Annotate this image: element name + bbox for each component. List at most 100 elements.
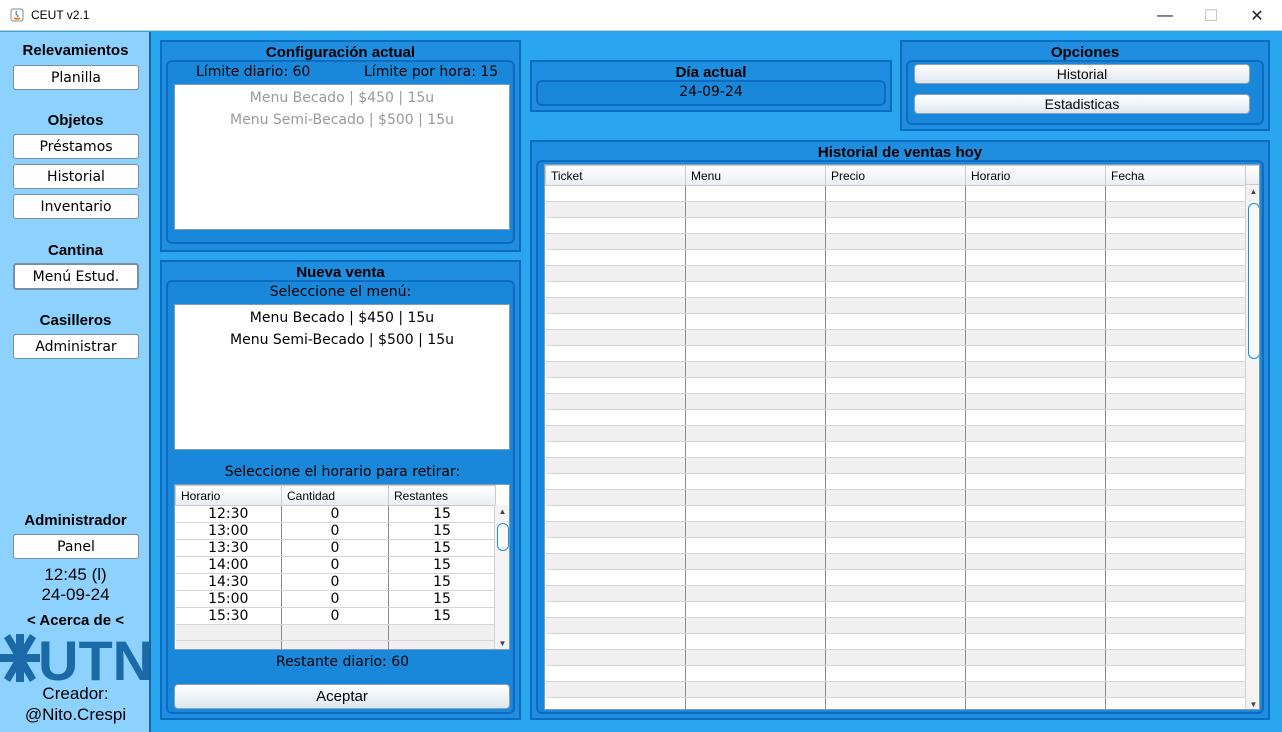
ventas-cell[interactable] — [545, 377, 686, 394]
horario-scrollbar[interactable]: ▲ ▼ — [494, 505, 509, 649]
ventas-cell[interactable] — [685, 265, 826, 282]
ventas-cell[interactable] — [545, 665, 686, 682]
horario-row[interactable]: 15:00 0 15 — [175, 590, 496, 608]
ventas-cell[interactable] — [1105, 313, 1246, 330]
ventas-cell[interactable] — [685, 505, 826, 522]
col-header-ticket[interactable]: Ticket — [545, 165, 686, 186]
ventas-cell[interactable] — [965, 617, 1106, 634]
ventas-cell[interactable] — [965, 217, 1106, 234]
ventas-row[interactable] — [545, 473, 1246, 490]
ventas-cell[interactable] — [545, 233, 686, 250]
ventas-cell[interactable] — [545, 505, 686, 522]
ventas-cell[interactable] — [685, 281, 826, 298]
ventas-cell[interactable] — [685, 697, 826, 709]
ventas-cell[interactable] — [545, 201, 686, 218]
horario-cell[interactable]: 13:00 — [175, 522, 282, 540]
ventas-cell[interactable] — [825, 345, 966, 362]
ventas-cell[interactable] — [545, 393, 686, 410]
ventas-row[interactable] — [545, 569, 1246, 586]
ventas-cell[interactable] — [1105, 665, 1246, 682]
menu-estud-button[interactable]: Menú Estud. — [13, 263, 139, 290]
ventas-cell[interactable] — [965, 649, 1106, 666]
col-header-horario[interactable]: Horario — [965, 165, 1106, 186]
ventas-cell[interactable] — [545, 313, 686, 330]
ventas-cell[interactable] — [545, 425, 686, 442]
ventas-cell[interactable] — [545, 185, 686, 202]
ventas-cell[interactable] — [545, 473, 686, 490]
ventas-cell[interactable] — [685, 569, 826, 586]
menu-option[interactable]: Menu Becado | $450 | 15u — [175, 307, 509, 329]
ventas-cell[interactable] — [825, 441, 966, 458]
ventas-cell[interactable] — [965, 569, 1106, 586]
ventas-cell[interactable] — [545, 329, 686, 346]
ventas-cell[interactable] — [965, 281, 1106, 298]
restantes-cell[interactable] — [388, 640, 496, 649]
ventas-cell[interactable] — [825, 633, 966, 650]
ventas-cell[interactable] — [685, 585, 826, 602]
ventas-cell[interactable] — [965, 185, 1106, 202]
ventas-row[interactable] — [545, 521, 1246, 538]
ventas-row[interactable] — [545, 457, 1246, 474]
ventas-cell[interactable] — [545, 345, 686, 362]
ventas-cell[interactable] — [545, 633, 686, 650]
ventas-cell[interactable] — [825, 265, 966, 282]
restantes-cell[interactable] — [388, 624, 496, 641]
ventas-cell[interactable] — [965, 329, 1106, 346]
horario-table[interactable]: Horario Cantidad Restantes 12:30 0 15 13:00… — [175, 485, 496, 649]
ventas-cell[interactable] — [965, 201, 1106, 218]
ventas-cell[interactable] — [545, 649, 686, 666]
ventas-cell[interactable] — [545, 297, 686, 314]
ventas-cell[interactable] — [1105, 569, 1246, 586]
ventas-cell[interactable] — [825, 393, 966, 410]
ventas-cell[interactable] — [685, 409, 826, 426]
ventas-cell[interactable] — [545, 617, 686, 634]
restantes-cell[interactable]: 15 — [388, 522, 496, 540]
horario-row[interactable]: 12:30 0 15 — [175, 505, 496, 523]
estadisticas-button[interactable]: Estadisticas — [914, 94, 1250, 114]
ventas-cell[interactable] — [825, 457, 966, 474]
cantidad-cell[interactable]: 0 — [281, 539, 389, 557]
ventas-cell[interactable] — [965, 265, 1106, 282]
horario-cell[interactable]: 15:30 — [175, 607, 282, 625]
ventas-row[interactable] — [545, 217, 1246, 234]
ventas-cell[interactable] — [685, 185, 826, 202]
ventas-cell[interactable] — [685, 201, 826, 218]
ventas-cell[interactable] — [1105, 297, 1246, 314]
ventas-cell[interactable] — [685, 665, 826, 682]
ventas-cell[interactable] — [1105, 681, 1246, 698]
ventas-cell[interactable] — [1105, 537, 1246, 554]
ventas-row[interactable] — [545, 425, 1246, 442]
minimize-button[interactable]: — — [1142, 0, 1188, 31]
ventas-cell[interactable] — [825, 409, 966, 426]
col-header-precio[interactable]: Precio — [825, 165, 966, 186]
ventas-cell[interactable] — [965, 457, 1106, 474]
horario-row[interactable] — [175, 640, 496, 649]
ventas-cell[interactable] — [965, 633, 1106, 650]
ventas-cell[interactable] — [825, 569, 966, 586]
horario-cell[interactable]: 14:00 — [175, 556, 282, 574]
ventas-cell[interactable] — [1105, 617, 1246, 634]
ventas-cell[interactable] — [545, 409, 686, 426]
horario-cell[interactable]: 12:30 — [175, 505, 282, 523]
ventas-cell[interactable] — [965, 553, 1106, 570]
cantidad-cell[interactable]: 0 — [281, 556, 389, 574]
ventas-row[interactable] — [545, 409, 1246, 426]
ventas-cell[interactable] — [545, 249, 686, 266]
inventario-button[interactable]: Inventario — [13, 194, 139, 219]
ventas-cell[interactable] — [1105, 185, 1246, 202]
col-header-cantidad[interactable]: Cantidad — [281, 485, 389, 506]
ventas-cell[interactable] — [1105, 361, 1246, 378]
ventas-cell[interactable] — [685, 377, 826, 394]
restantes-cell[interactable]: 15 — [388, 573, 496, 591]
ventas-cell[interactable] — [1105, 217, 1246, 234]
scroll-up-arrow[interactable]: ▲ — [495, 507, 509, 516]
ventas-row[interactable] — [545, 537, 1246, 554]
acerca-de-link[interactable]: < Acerca de < — [0, 612, 151, 629]
ventas-cell[interactable] — [685, 473, 826, 490]
ventas-cell[interactable] — [965, 313, 1106, 330]
ventas-cell[interactable] — [825, 329, 966, 346]
ventas-row[interactable] — [545, 505, 1246, 522]
ventas-table[interactable]: Ticket Menu Precio Horario Fecha — [545, 165, 1246, 709]
ventas-cell[interactable] — [965, 409, 1106, 426]
ventas-cell[interactable] — [965, 537, 1106, 554]
